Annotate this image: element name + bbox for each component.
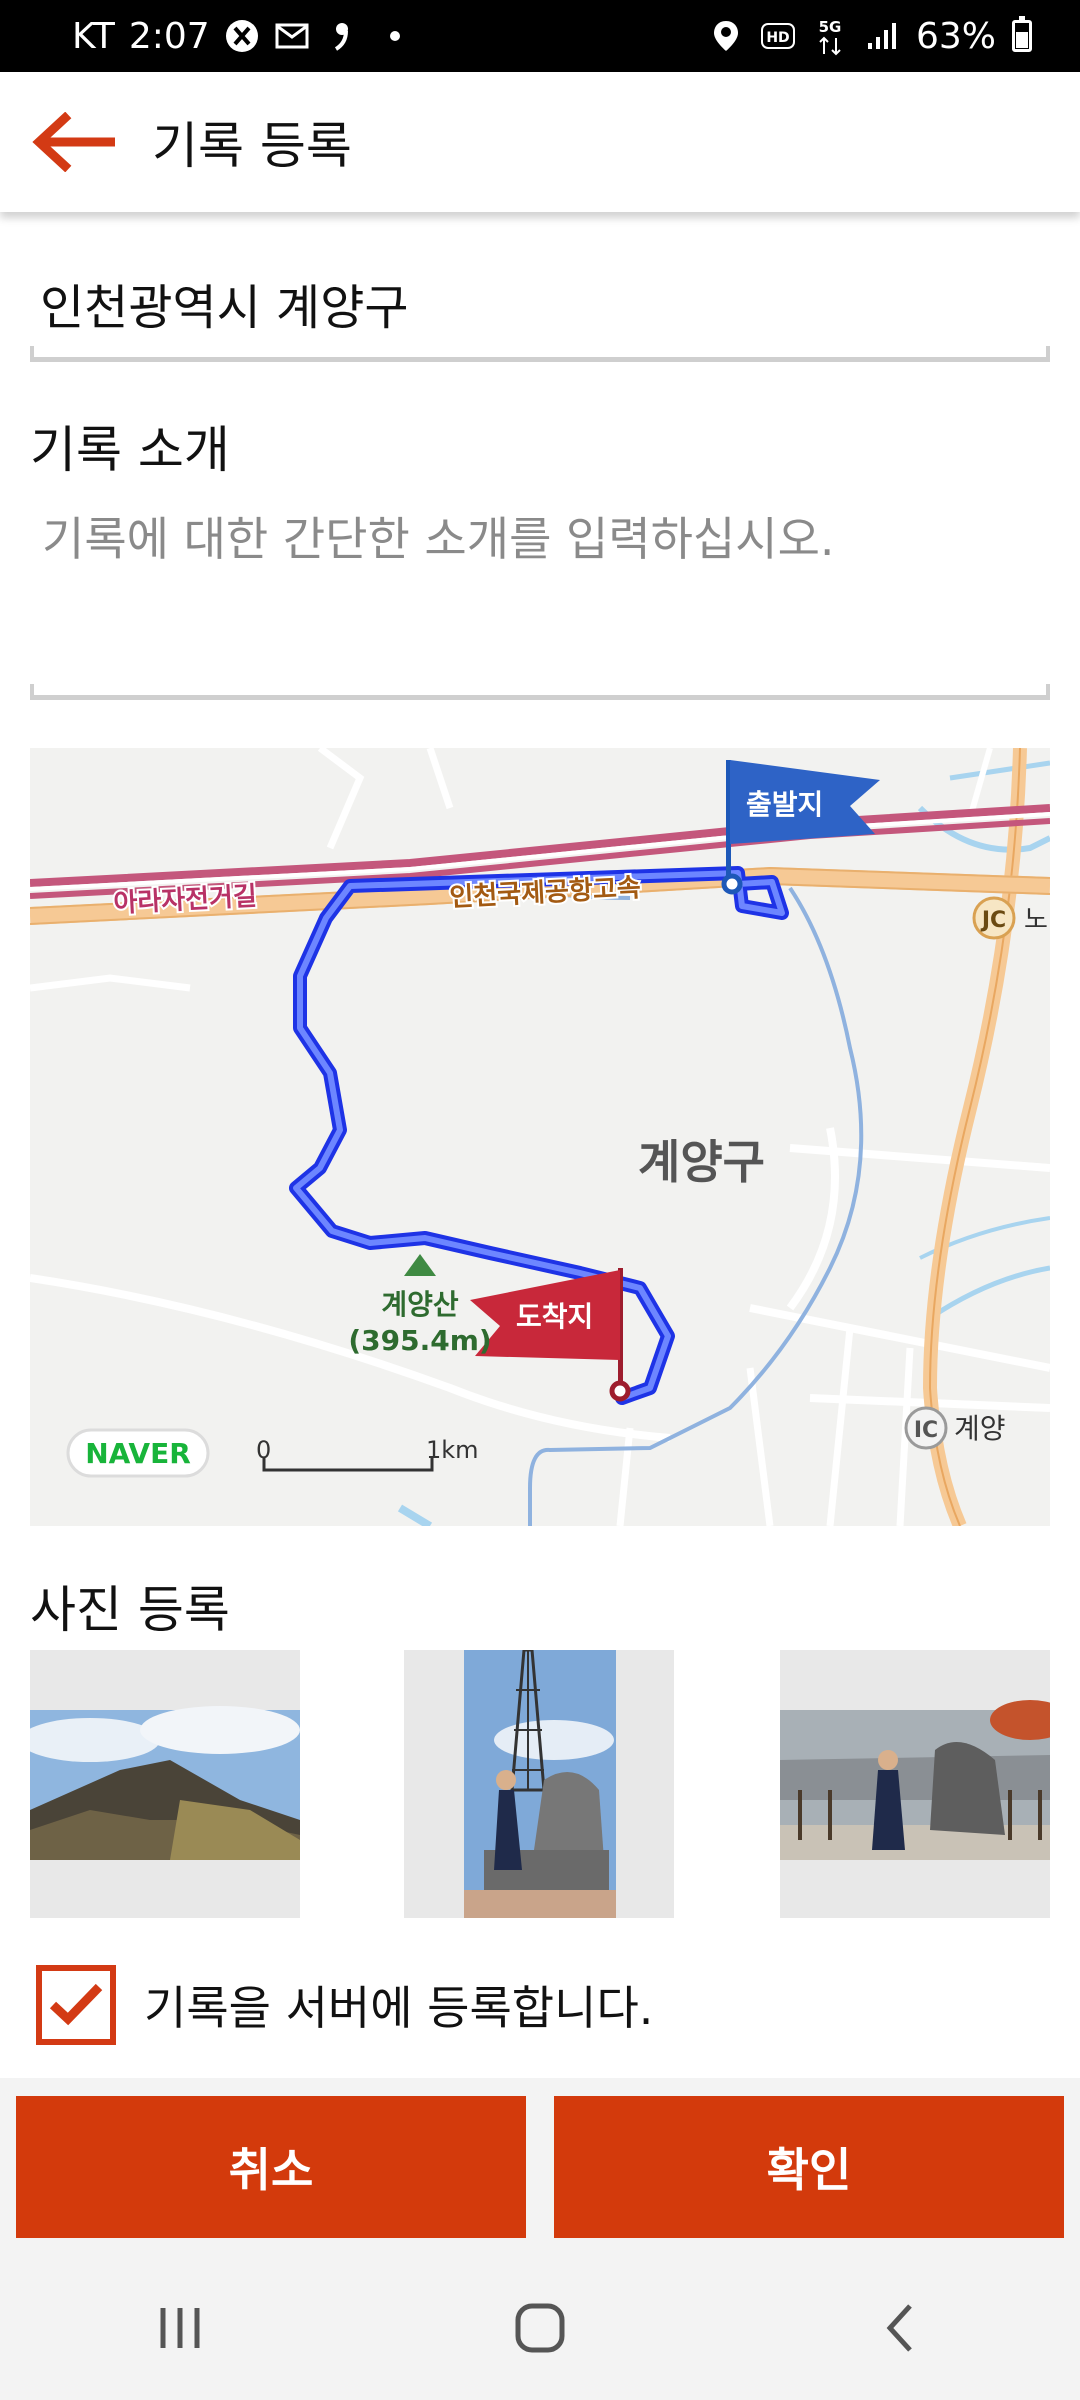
- register-checkbox-row[interactable]: 기록을 서버에 등록합니다.: [36, 1965, 653, 2045]
- register-label: 기록을 서버에 등록합니다.: [144, 1981, 654, 2035]
- ic-marker: IC 계양: [904, 1406, 1006, 1450]
- end-flag-label: 도착지: [516, 1300, 593, 1333]
- svg-text:NAVER: NAVER: [85, 1437, 191, 1470]
- 5g-icon: 5G: [812, 18, 848, 56]
- quote-icon: [324, 18, 360, 54]
- intro-placeholder: 기록에 대한 간단한 소개를 입력하십시오.: [42, 512, 835, 566]
- home-button[interactable]: [480, 2278, 600, 2378]
- svg-text:HD: HD: [766, 30, 789, 46]
- start-flag-label: 출발지: [746, 788, 823, 821]
- clock: 2:07: [128, 15, 210, 57]
- photo-thumb-tower[interactable]: [404, 1650, 674, 1918]
- field-edge-left: [30, 346, 34, 362]
- location-field[interactable]: 인천광역시 계양구: [30, 240, 1050, 362]
- register-checkbox[interactable]: [36, 1965, 116, 2045]
- field-edge-right: [1046, 346, 1050, 362]
- end-flag[interactable]: 도착지: [470, 1268, 631, 1402]
- district-label: 계양구: [638, 1135, 765, 1189]
- peak-height: (395.4m): [348, 1324, 491, 1357]
- hd-icon: HD: [760, 18, 796, 54]
- status-bar: KT 2:07 HD 5G 63%: [0, 0, 1080, 72]
- peak-marker: 계양산 (395.4m): [348, 1254, 492, 1357]
- svg-text:1km: 1km: [426, 1436, 479, 1464]
- app-bar: 기록 등록: [0, 72, 1080, 212]
- photo-section-label: 사진 등록: [30, 1581, 230, 1639]
- check-icon: [49, 1983, 103, 2026]
- location-value: 인천광역시 계양구: [40, 280, 409, 336]
- cancel-button[interactable]: 취소: [16, 2096, 526, 2238]
- svg-text:IC: IC: [914, 1418, 938, 1443]
- location-icon: [708, 18, 744, 54]
- carrier-label: KT: [72, 15, 115, 57]
- battery-icon: [1012, 16, 1032, 52]
- confirm-button[interactable]: 확인: [554, 2096, 1064, 2238]
- intro-textarea[interactable]: 기록에 대한 간단한 소개를 입력하십시오.: [30, 495, 1050, 700]
- field-edge-right: [1046, 684, 1050, 700]
- svg-text:JC: JC: [980, 908, 1006, 933]
- naver-logo: NAVER: [66, 1428, 210, 1478]
- signal-icon: [864, 18, 900, 54]
- photo-thumb-mountain[interactable]: [30, 1650, 300, 1918]
- x-app-icon: [224, 18, 260, 54]
- svg-text:0: 0: [256, 1436, 271, 1464]
- route-map[interactable]: 아라자전거길 인천국제공항고속 계양구 출발지 도착지 계양산 (395.4m)…: [30, 748, 1050, 1526]
- recent-apps-button[interactable]: [120, 2278, 240, 2378]
- peak-name: 계양산: [381, 1288, 459, 1321]
- intro-label: 기록 소개: [30, 421, 230, 479]
- photo-thumb-summit[interactable]: [780, 1650, 1050, 1918]
- page-title: 기록 등록: [152, 117, 352, 175]
- scale-bar: 0 1km: [256, 1436, 479, 1472]
- jc-label: 노: [1024, 905, 1048, 935]
- arrow-left-icon: [32, 112, 115, 172]
- recent-apps-icon: [160, 2308, 200, 2348]
- home-icon: [515, 2303, 565, 2353]
- notification-dot-icon: [389, 31, 400, 41]
- mail-icon: [274, 18, 310, 54]
- system-nav-bar: [0, 2256, 1080, 2400]
- battery-percent: 63%: [915, 15, 996, 57]
- back-icon: [886, 2304, 912, 2352]
- field-edge-left: [30, 684, 34, 700]
- nav-back-button[interactable]: [840, 2278, 960, 2378]
- ic-label: 계양: [954, 1412, 1006, 1445]
- svg-text:5G: 5G: [819, 18, 842, 36]
- back-button[interactable]: [18, 92, 128, 192]
- action-bar: 취소 확인: [0, 2078, 1080, 2256]
